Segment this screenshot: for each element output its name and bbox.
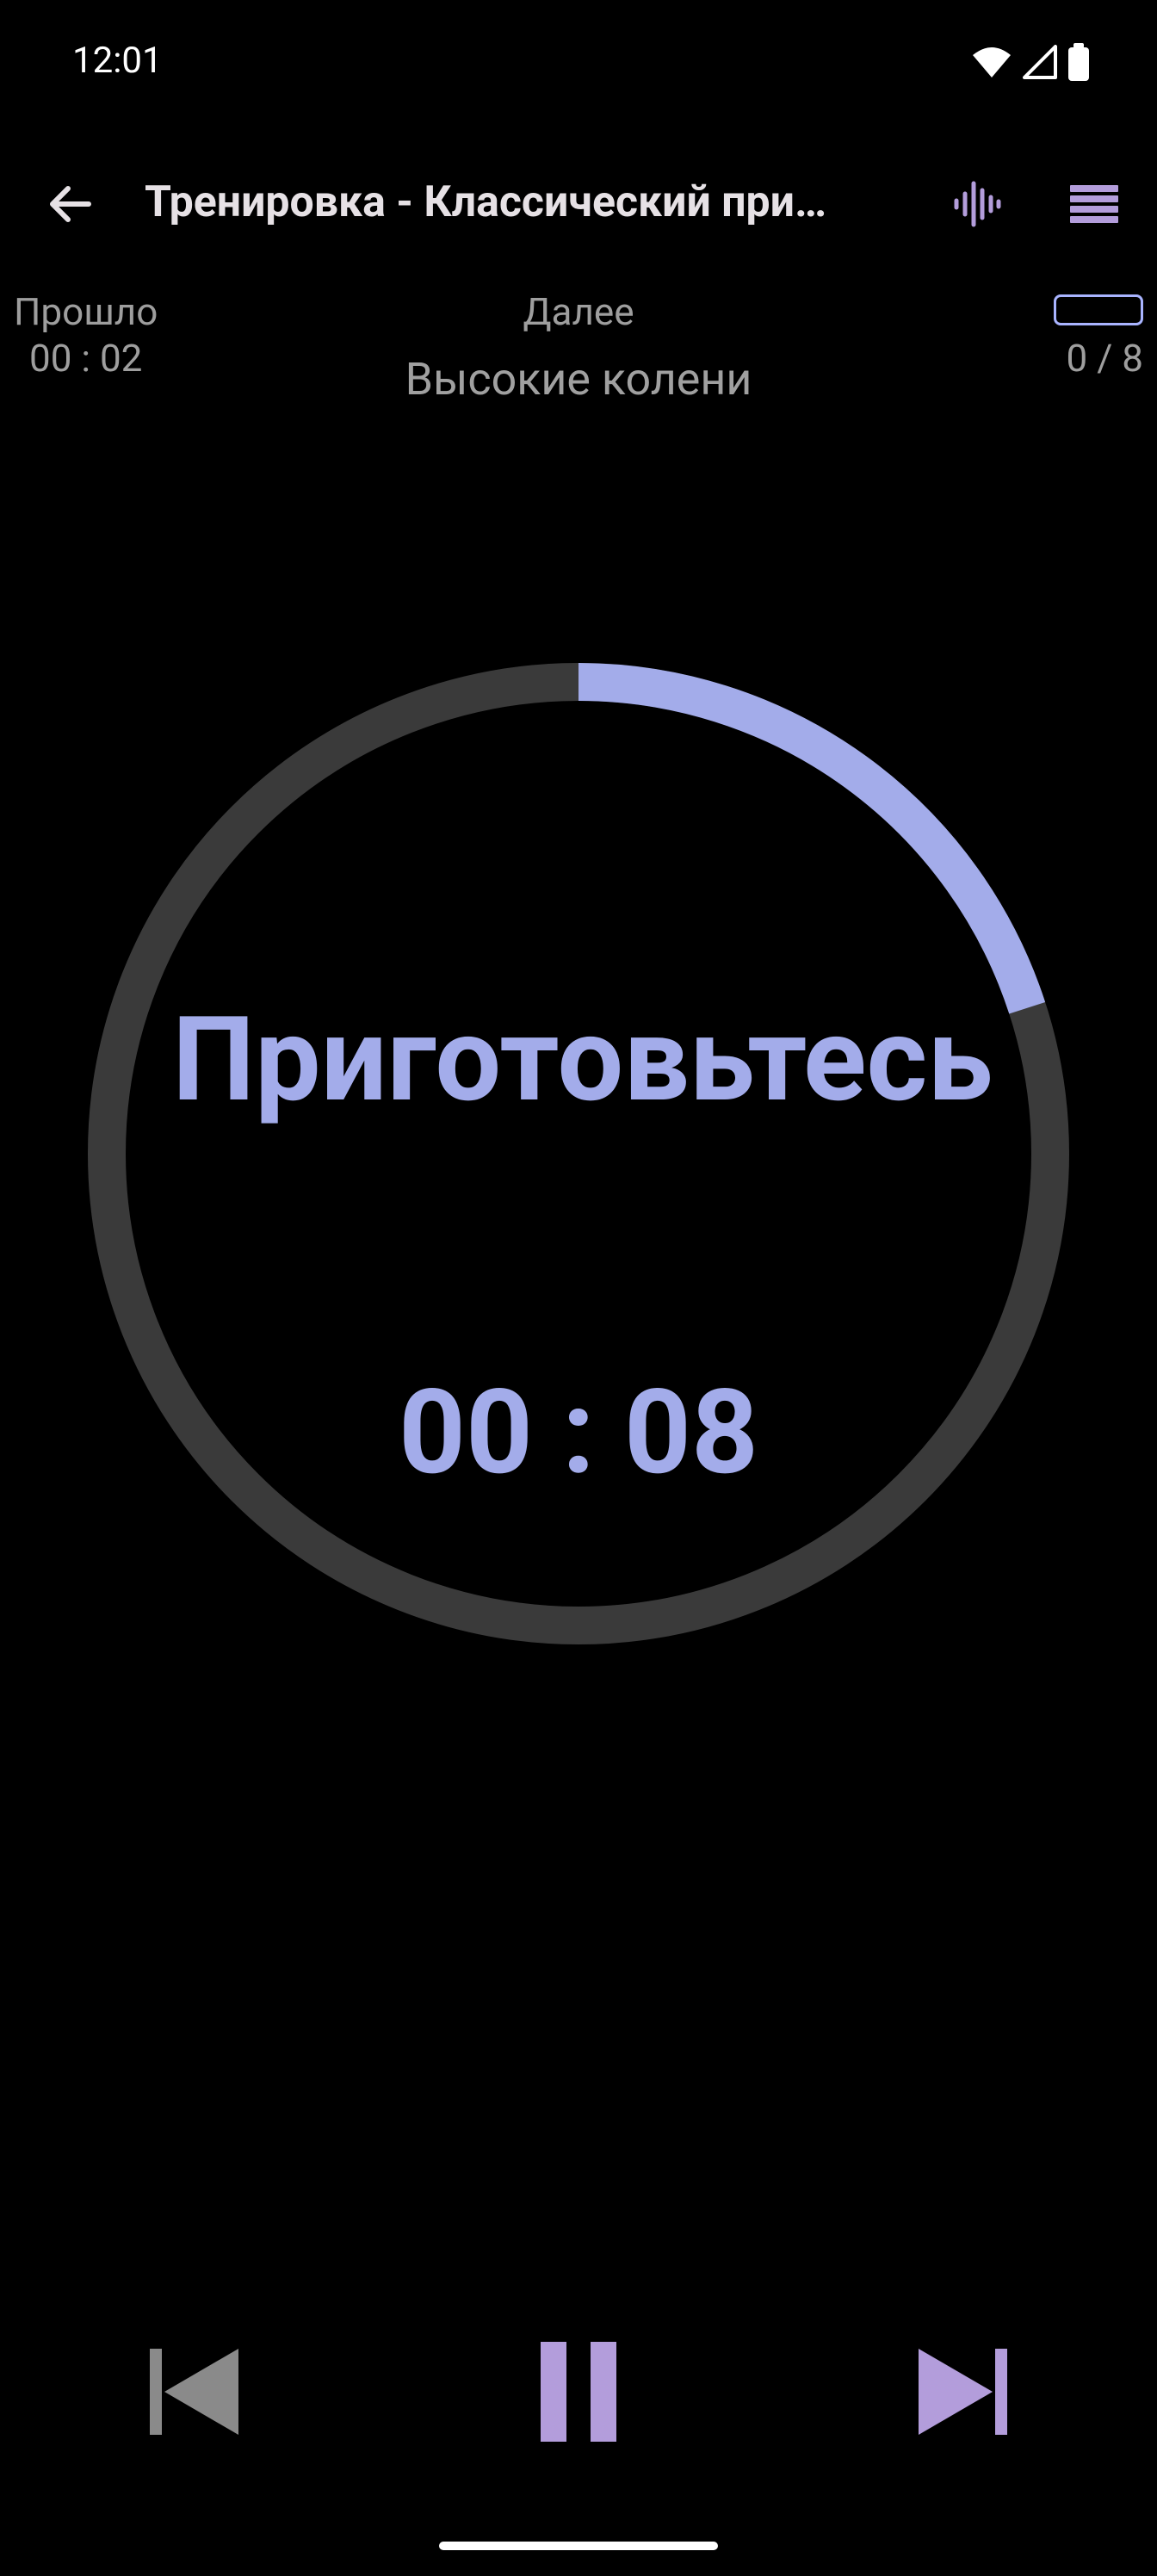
- workout-progress-bar: [1054, 294, 1143, 325]
- status-bar: 12:01: [0, 0, 1157, 129]
- sound-wave-icon: [951, 178, 1003, 233]
- skip-previous-icon: [145, 2344, 240, 2443]
- cellular-signal-icon: [1023, 45, 1057, 83]
- workout-info-row: Прошло 00 : 02 Далее Высокие колени 0 / …: [0, 284, 1157, 422]
- back-arrow-icon: [44, 178, 96, 233]
- status-icons: [971, 43, 1090, 84]
- playback-controls: [0, 2325, 1157, 2462]
- phase-title: Приготовьтесь: [172, 992, 993, 1129]
- next-exercise-name: Высокие колени: [405, 353, 752, 406]
- battery-icon: [1067, 43, 1090, 84]
- skip-next-icon: [917, 2344, 1012, 2443]
- wifi-icon: [971, 45, 1012, 83]
- workout-title: Тренировка - Классический при…: [145, 177, 827, 227]
- back-button[interactable]: [31, 167, 108, 245]
- next-button[interactable]: [895, 2325, 1033, 2462]
- status-time: 12:01: [72, 40, 163, 82]
- pause-button[interactable]: [510, 2325, 647, 2462]
- exercise-list-button[interactable]: [1055, 167, 1133, 245]
- gesture-nav-handle[interactable]: [439, 2542, 718, 2550]
- exercise-counter: 0 / 8: [1066, 336, 1143, 381]
- previous-button[interactable]: [124, 2325, 262, 2462]
- countdown-timer: 00 : 08: [398, 1365, 759, 1502]
- pause-icon: [535, 2340, 622, 2447]
- list-menu-icon: [1068, 178, 1120, 233]
- app-bar: Тренировка - Классический при…: [0, 146, 1157, 258]
- sound-button[interactable]: [938, 167, 1016, 245]
- next-label: Далее: [523, 289, 634, 334]
